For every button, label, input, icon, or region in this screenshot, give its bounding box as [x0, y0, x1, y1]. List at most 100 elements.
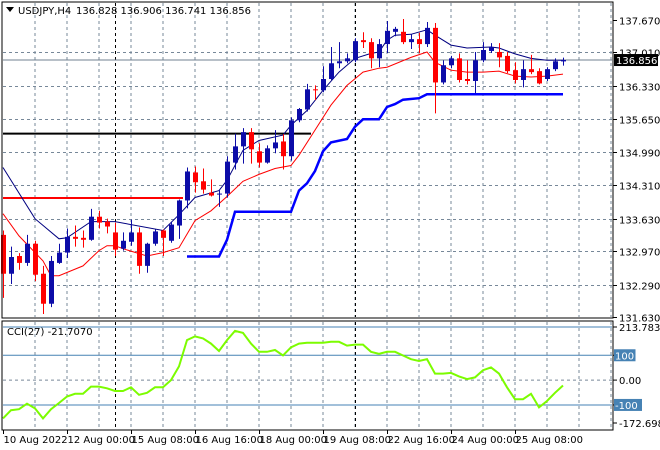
bear-candle	[417, 39, 422, 45]
bull-candle	[409, 39, 414, 43]
bull-candle	[89, 216, 94, 240]
bear-candle	[193, 172, 198, 183]
bear-candle	[513, 70, 518, 80]
chart-ohlc: 136.828 136.906 136.741 136.856	[76, 6, 251, 17]
bear-candle	[137, 232, 142, 266]
bull-candle	[481, 49, 486, 61]
price-chart[interactable]: 137.670137.010136.330135.650134.990134.3…	[0, 0, 660, 450]
time-tick-label: 12 Aug 00:00	[68, 435, 135, 446]
bear-candle	[361, 40, 366, 43]
bull-candle	[25, 243, 30, 263]
bull-candle	[121, 240, 126, 249]
time-tick-label: 25 Aug 08:00	[516, 435, 583, 446]
price-tick-label: 132.970	[619, 248, 660, 259]
bull-candle	[305, 89, 310, 110]
time-tick-label: 16 Aug 16:00	[196, 435, 263, 446]
bull-candle	[217, 193, 222, 195]
price-tick-label: 135.650	[619, 116, 660, 127]
bear-candle	[113, 232, 118, 250]
bull-candle	[521, 69, 526, 80]
bear-candle	[505, 55, 510, 72]
bull-candle	[385, 30, 390, 45]
bull-candle	[321, 79, 326, 91]
bull-candle	[49, 260, 54, 304]
bull-candle	[129, 232, 134, 242]
cci-tick-label: 100	[615, 351, 634, 362]
price-tick-label: 136.330	[619, 83, 660, 94]
bull-candle	[473, 60, 478, 81]
bull-candle	[9, 257, 14, 274]
bear-candle	[497, 51, 502, 58]
bear-candle	[249, 132, 254, 150]
bull-candle	[377, 44, 382, 59]
bull-candle	[185, 171, 190, 201]
bull-candle	[353, 41, 358, 61]
time-tick-label: 15 Aug 08:00	[132, 435, 199, 446]
candles	[1, 19, 566, 315]
triangle-down-icon[interactable]	[6, 7, 14, 12]
bull-candle	[273, 142, 278, 149]
price-tick-label: 133.630	[619, 216, 660, 227]
bear-candle	[457, 58, 462, 80]
bull-candle	[153, 231, 158, 244]
cci-panel-frame	[1, 320, 614, 431]
bull-candle	[241, 132, 246, 147]
bear-candle	[313, 89, 318, 91]
bear-candle	[41, 273, 46, 304]
time-tick-label: 24 Aug 00:00	[452, 435, 519, 446]
bull-candle	[545, 69, 550, 80]
current-price-label: 136.856	[616, 56, 657, 67]
bull-candle	[169, 224, 174, 241]
time-tick-label: 10 Aug 2022	[4, 435, 68, 446]
cci-tick-label: -100	[615, 401, 638, 412]
bull-candle	[57, 252, 62, 263]
chart-symbol: USDJPY,H4	[18, 6, 71, 17]
time-tick-label: 18 Aug 00:00	[260, 435, 327, 446]
bull-candle	[65, 236, 70, 253]
bull-candle	[297, 109, 302, 121]
bear-candle	[257, 151, 262, 163]
grid	[3, 3, 612, 429]
bull-candle	[441, 65, 446, 83]
bull-candle	[329, 63, 334, 80]
bear-candle	[209, 192, 214, 196]
bear-candle	[201, 181, 206, 190]
cci-panel	[2, 326, 612, 420]
bull-candle	[145, 243, 150, 266]
bear-candle	[161, 230, 166, 238]
channel-low-line	[187, 92, 563, 258]
bear-candle	[281, 141, 286, 157]
price-tick-label: 132.290	[619, 282, 660, 293]
price-tick-label: 134.310	[619, 182, 660, 193]
bear-candle	[401, 31, 406, 43]
bull-candle	[233, 146, 238, 163]
bull-candle	[177, 200, 182, 226]
cci-label: CCI(27) -21.7070	[7, 327, 93, 338]
bear-candle	[529, 69, 534, 73]
bear-candle	[537, 71, 542, 84]
cci-tick-label: 0.00	[619, 376, 641, 387]
bear-candle	[33, 243, 38, 275]
price-tick-label: 134.990	[619, 149, 660, 160]
bear-candle	[369, 42, 374, 59]
bear-candle	[465, 79, 470, 81]
bull-candle	[225, 161, 230, 194]
main-panel-frame	[1, 1, 614, 319]
bull-candle	[561, 60, 566, 62]
bear-candle	[97, 216, 102, 223]
bear-candle	[433, 27, 438, 83]
bull-candle	[553, 61, 558, 70]
bear-candle	[105, 221, 110, 227]
bull-candle	[449, 58, 454, 66]
time-tick-label: 19 Aug 08:00	[324, 435, 391, 446]
cci-tick-label: -172.6988	[619, 419, 660, 430]
bull-candle	[345, 58, 350, 62]
bull-candle	[265, 148, 270, 163]
bull-candle	[393, 28, 398, 32]
bull-candle	[425, 27, 430, 45]
bear-candle	[81, 237, 86, 240]
bull-candle	[337, 61, 342, 64]
price-tick-label: 137.670	[619, 17, 660, 28]
cci-tick-label: 213.7836	[619, 323, 660, 334]
time-tick-label: 22 Aug 16:00	[388, 435, 455, 446]
